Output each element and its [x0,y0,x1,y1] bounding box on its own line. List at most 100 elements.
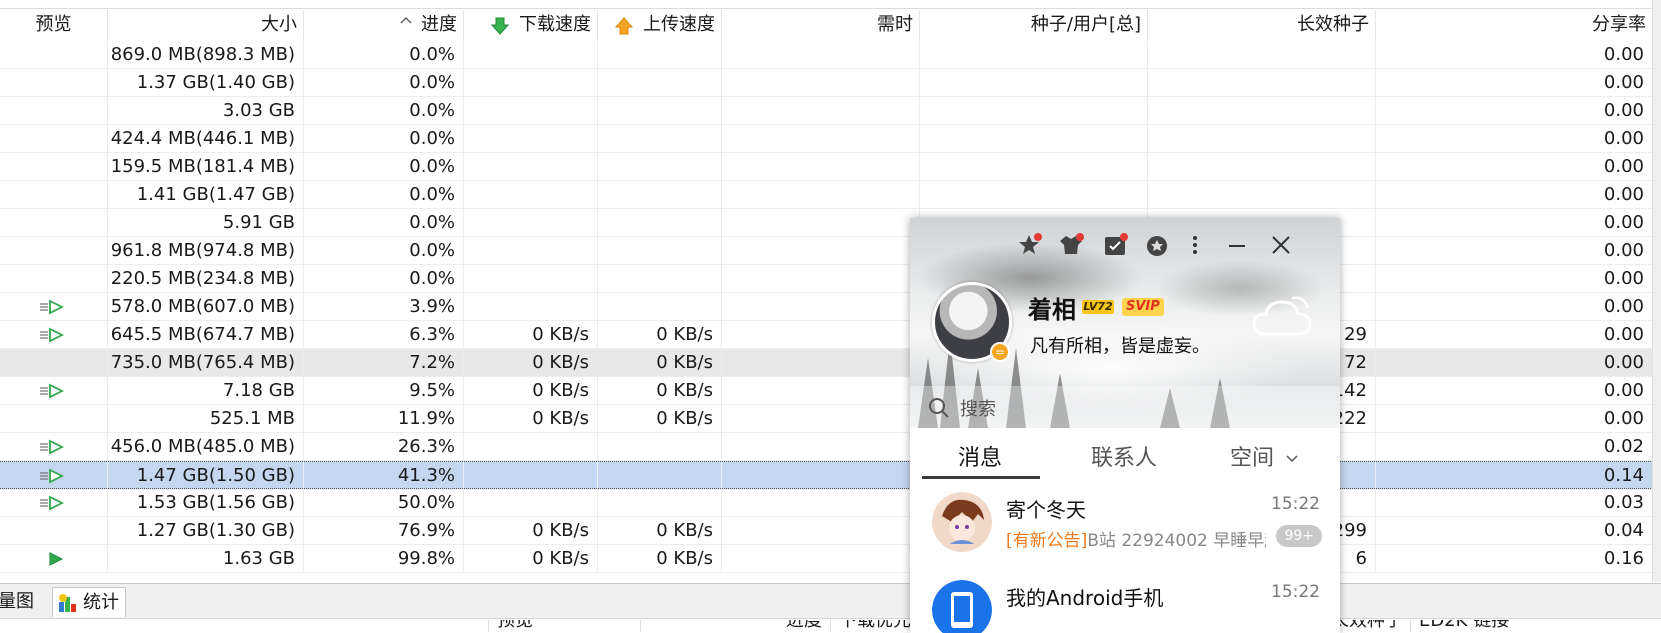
eta-cell [722,433,920,461]
table-row[interactable]: 1.37 GB(1.40 GB) 0.0% 0.00 [0,69,1661,97]
upload-speed-cell: 0 KB/s [598,517,722,545]
tab-traffic-graph[interactable]: 流量图 [0,587,34,617]
conversation-item[interactable]: 寄个冬天 15:22 [有新公告]B站 22924002 早睡早起 99+ [910,480,1340,568]
vertical-scrollbar[interactable] [1652,0,1661,582]
ratio-cell: 0.00 [1376,181,1652,209]
table-row[interactable]: 1.63 GB 99.8% 0 KB/s 0 KB/s 6 0.16 [0,545,1661,573]
svip-badge[interactable]: SVIP [1122,298,1164,316]
lower-col-preview[interactable]: 预览 [488,620,640,632]
upload-speed-cell [598,97,722,125]
upload-speed-cell [598,265,722,293]
ratio-cell: 0.00 [1376,321,1652,349]
table-row[interactable]: 525.1 MB 11.9% 0 KB/s 0 KB/s 222 0.00 [0,405,1661,433]
col-header-preview[interactable]: 预览 [0,10,108,40]
preview-cell [0,517,108,545]
table-row[interactable]: 578.0 MB(607.0 MB) 3.9% 0.00 [0,293,1661,321]
table-row[interactable]: 456.0 MB(485.0 MB) 26.3% 0.02 [0,433,1661,461]
upload-speed-cell: 0 KB/s [598,349,722,377]
preview-cell [0,69,108,97]
table-row[interactable]: 3.03 GB 0.0% 0.00 [0,97,1661,125]
super-qq-icon[interactable] [1016,232,1042,258]
preview-cell [0,265,108,293]
tab-qzone[interactable]: 空间 [1230,440,1299,472]
size-cell: 5.91 GB [108,209,304,237]
play-solid-icon[interactable] [38,551,66,567]
col-header-progress[interactable]: 进度 [304,10,464,40]
col-header-seeds-peers[interactable]: 种子/用户[总] [920,10,1148,40]
table-row[interactable]: 1.27 GB(1.30 GB) 76.9% 0 KB/s 0 KB/s 299 0.04 [0,517,1661,545]
nickname[interactable]: 着相 [1028,290,1076,325]
upload-speed-cell: 0 KB/s [598,405,722,433]
table-row[interactable]: 424.4 MB(446.1 MB) 0.0% 0.00 [0,125,1661,153]
ratio-cell: 0.04 [1376,517,1652,545]
upload-speed-cell [598,41,722,69]
col-header-size[interactable]: 大小 [108,10,304,40]
col-header-ratio[interactable]: 分享率 [1376,10,1652,40]
size-cell: 1.37 GB(1.40 GB) [108,69,304,97]
table-row[interactable]: 159.5 MB(181.4 MB) 0.0% 0.00 [0,153,1661,181]
search-bar[interactable]: 搜索 [910,386,1340,428]
calendar-icon[interactable] [1102,232,1128,258]
seeds-peers-cell [920,125,1148,153]
lower-col-ed2k[interactable]: ED2K 链接 [1410,620,1610,632]
search-icon [929,398,949,418]
table-row[interactable]: 961.8 MB(974.8 MB) 0.0% 0.00 [0,237,1661,265]
table-row[interactable]: 1.41 GB(1.47 GB) 0.0% 0.00 [0,181,1661,209]
conversation-item[interactable]: 我的Android手机 15:22 [910,568,1340,633]
eta-cell [722,209,920,237]
active-tab-indicator [922,476,1040,479]
search-placeholder: 搜索 [960,399,996,420]
play-preview-icon[interactable] [38,495,66,511]
conversation-time: 15:22 [1271,494,1320,514]
eta-cell [722,545,920,573]
weather-cloud-icon[interactable] [1248,288,1318,346]
col-header-download-speed[interactable]: 下载速度 [464,10,598,40]
table-row[interactable]: 1.47 GB(1.50 GB) 41.3% 0.14 [0,461,1661,490]
preview-cell [0,489,108,517]
play-preview-icon[interactable] [38,383,66,399]
progress-cell: 50.0% [304,489,464,517]
signature[interactable]: 凡有所相，皆是虚妄。 [1030,332,1210,358]
more-menu-icon[interactable] [1182,232,1208,258]
shirt-icon[interactable] [1058,232,1084,258]
lower-col-progress[interactable]: 进度 [640,620,830,632]
table-row[interactable]: 1.53 GB(1.56 GB) 50.0% 0.03 [0,489,1661,517]
minimize-icon[interactable] [1224,232,1250,258]
play-preview-icon[interactable] [38,327,66,343]
seeds-peers-cell [920,153,1148,181]
level-badge: LV72 [1082,300,1114,314]
eta-cell [722,405,920,433]
table-row[interactable]: 735.0 MB(765.4 MB) 7.2% 0 KB/s 0 KB/s 72 0.00 [0,349,1661,377]
statistics-icon [59,594,76,612]
download-speed-cell: 0 KB/s [464,349,598,377]
torrent-table: 预览 大小 进度 下载速度 上传速度 需时 种子/用户[总] 长效种子 分享率 … [0,0,1661,582]
top-border [0,0,1661,9]
play-preview-icon[interactable] [38,299,66,315]
unread-count-badge: 99+ [1276,525,1322,547]
table-row[interactable]: 5.91 GB 0.0% 0.00 [0,209,1661,237]
progress-cell: 0.0% [304,181,464,209]
tab-contacts[interactable]: 联系人 [1091,440,1157,472]
long-seeds-cell [1148,181,1376,209]
play-preview-icon[interactable] [38,439,66,455]
star-badge-icon[interactable] [1144,232,1170,258]
close-icon[interactable] [1268,232,1294,258]
eta-cell [722,153,920,181]
upload-speed-cell [598,293,722,321]
table-row[interactable]: 869.0 MB(898.3 MB) 0.0% 0.00 [0,41,1661,69]
long-seeds-cell [1148,97,1376,125]
ratio-cell: 0.00 [1376,153,1652,181]
upload-speed-cell [598,125,722,153]
col-header-long-seeds[interactable]: 长效种子 [1148,10,1376,40]
play-preview-icon[interactable] [38,468,66,484]
eta-cell [722,321,920,349]
eta-cell [722,237,920,265]
tab-statistics[interactable]: 统计 [52,587,126,617]
table-row[interactable]: 645.5 MB(674.7 MB) 6.3% 0 KB/s 0 KB/s 29 0.00 [0,321,1661,349]
progress-cell: 0.0% [304,209,464,237]
seeds-peers-cell [920,181,1148,209]
col-header-eta[interactable]: 需时 [722,10,920,40]
tab-messages[interactable]: 消息 [958,440,1002,472]
table-row[interactable]: 7.18 GB 9.5% 0 KB/s 0 KB/s 142 0.00 [0,377,1661,405]
table-row[interactable]: 220.5 MB(234.8 MB) 0.0% 0.00 [0,265,1661,293]
